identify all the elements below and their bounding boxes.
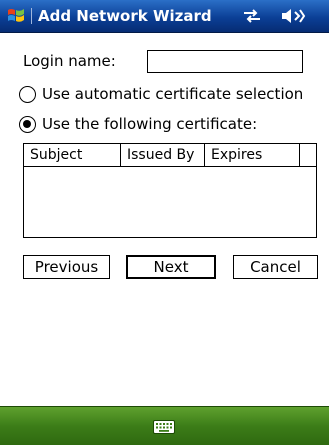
title-separator <box>31 8 32 24</box>
windows-logo-icon[interactable] <box>6 6 26 26</box>
column-header-issued-by[interactable]: Issued By <box>121 144 205 166</box>
connectivity-icon[interactable] <box>241 8 263 24</box>
auto-certificate-radio[interactable] <box>19 86 36 103</box>
title-bar: Add Network Wizard <box>0 0 329 33</box>
following-certificate-label[interactable]: Use the following certificate: <box>42 115 257 133</box>
previous-button[interactable]: Previous <box>23 255 110 279</box>
certificate-table[interactable]: Subject Issued By Expires <box>23 143 317 238</box>
certificate-table-header: Subject Issued By Expires <box>24 144 316 167</box>
radio-selected-dot <box>23 120 31 128</box>
bottom-menu-bar <box>0 406 329 445</box>
keyboard-icon[interactable] <box>153 420 175 434</box>
volume-icon[interactable] <box>280 8 306 24</box>
login-name-label: Login name: <box>23 52 116 70</box>
login-name-input[interactable] <box>147 50 303 73</box>
column-header-subject[interactable]: Subject <box>24 144 121 166</box>
following-certificate-radio[interactable] <box>19 116 36 133</box>
next-button[interactable]: Next <box>126 255 216 279</box>
auto-certificate-label[interactable]: Use automatic certificate selection <box>42 85 303 103</box>
column-header-extra[interactable] <box>300 144 316 166</box>
window-title: Add Network Wizard <box>38 7 212 25</box>
wizard-content: Login name: Use automatic certificate se… <box>0 33 329 406</box>
cancel-button[interactable]: Cancel <box>233 255 318 279</box>
column-header-expires[interactable]: Expires <box>205 144 300 166</box>
